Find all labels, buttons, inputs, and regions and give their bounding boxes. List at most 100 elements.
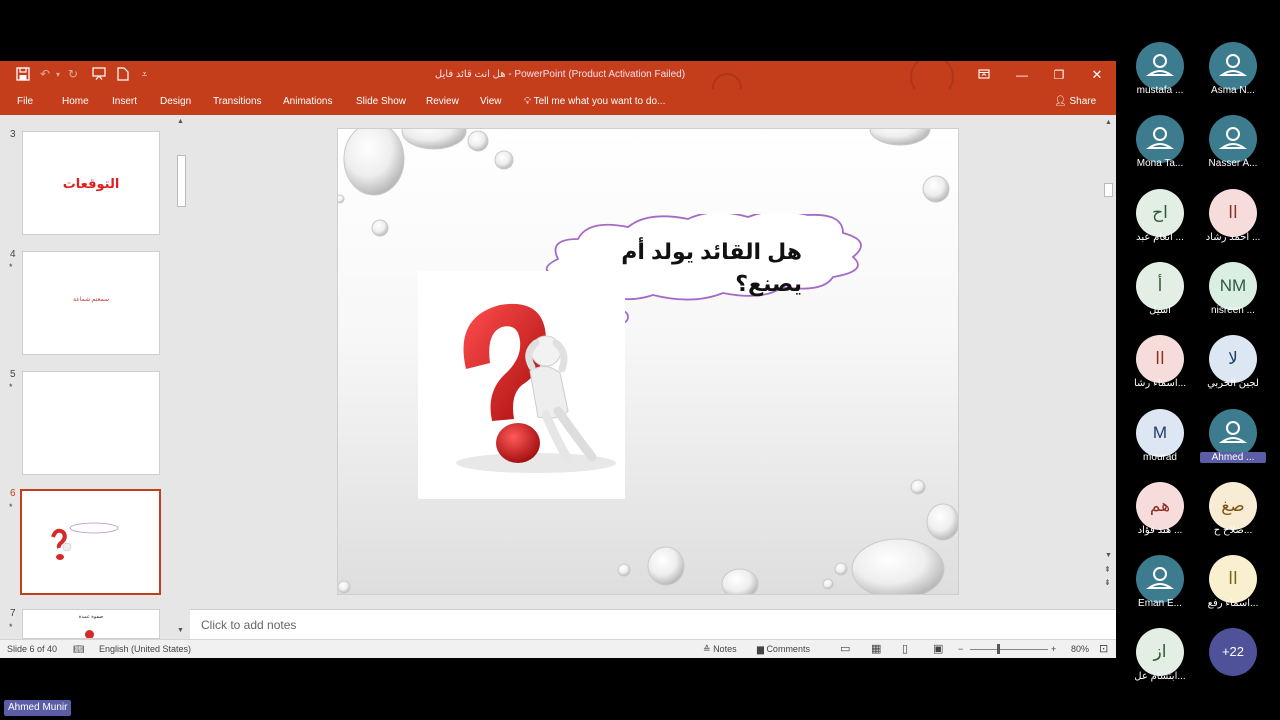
participant-avatar: M: [1136, 409, 1184, 457]
slide-show-view-icon[interactable]: ▣: [933, 642, 943, 655]
tell-me-search[interactable]: 💡︎ Tell me what you want to do...: [524, 96, 665, 107]
language-indicator[interactable]: English (United States): [99, 644, 191, 654]
start-presentation-icon[interactable]: [92, 67, 106, 83]
status-bar: Slide 6 of 40 📖︎ English (United States)…: [0, 639, 1116, 658]
participant-name: mourad: [1143, 452, 1177, 463]
question-mark-figure-icon: [456, 303, 616, 473]
participant-avatar: اا: [1136, 335, 1184, 383]
thumbnail-number: 3: [10, 129, 16, 140]
zoom-out-icon[interactable]: −: [958, 644, 963, 654]
scrollbar-thumb[interactable]: [177, 155, 186, 207]
scroll-up-icon[interactable]: ▲: [1105, 119, 1112, 126]
participant-tile[interactable]: Mona Ta...: [1125, 115, 1195, 185]
animation-indicator: *: [9, 622, 13, 632]
participant-avatar: أ: [1136, 262, 1184, 310]
previous-slide-icon[interactable]: ⇞: [1104, 565, 1111, 574]
scrollbar-thumb[interactable]: [1104, 183, 1113, 197]
scroll-up-icon[interactable]: ▲: [177, 118, 184, 125]
undo-icon[interactable]: ↶: [40, 67, 50, 81]
slide-sorter-icon[interactable]: ▦: [871, 642, 881, 655]
tab-transitions[interactable]: Transitions: [213, 96, 262, 107]
thumbnail-scrollbar[interactable]: ▲ ▼: [176, 115, 188, 639]
thumbnail-slide-5[interactable]: [22, 371, 160, 475]
participant-tile[interactable]: Asma N...: [1198, 42, 1268, 112]
participant-tile[interactable]: NM nisreen ...: [1198, 262, 1268, 332]
comments-label: Comments: [766, 644, 810, 654]
spellcheck-icon[interactable]: 📖︎: [73, 644, 84, 655]
participant-tile[interactable]: اا اسماء رشا...: [1125, 335, 1195, 405]
next-slide-icon[interactable]: ⇟: [1104, 578, 1111, 587]
participant-name: Ahmed ...: [1200, 452, 1266, 463]
participant-name: Nasser A...: [1208, 158, 1258, 169]
participant-tile[interactable]: اا احمد رشاد ...: [1198, 189, 1268, 259]
notes-pane[interactable]: Click to add notes: [190, 609, 1116, 639]
participant-tile[interactable]: Nasser A...: [1198, 115, 1268, 185]
customize-toolbar-icon[interactable]: ⩡: [142, 69, 147, 80]
restore-icon[interactable]: ❐: [1049, 66, 1069, 84]
participant-tile[interactable]: Eman E...: [1125, 555, 1195, 625]
participant-tile[interactable]: هم هند فؤاد ...: [1125, 482, 1195, 552]
comments-toggle[interactable]: ▆ Comments: [757, 644, 810, 655]
participant-tile[interactable]: صغ صلاح ح...: [1198, 482, 1268, 552]
tab-animations[interactable]: Animations: [283, 96, 332, 107]
participant-tile[interactable]: لا لجين الحربي: [1198, 335, 1268, 405]
fit-slide-icon[interactable]: ⊡: [1099, 642, 1108, 655]
save-icon[interactable]: [16, 67, 30, 84]
tab-view[interactable]: View: [480, 96, 502, 107]
window-title: هل انت قائد فايل - PowerPoint (Product A…: [434, 69, 686, 80]
red-dot: [85, 630, 94, 638]
zoom-slider[interactable]: [970, 649, 1048, 650]
slide-scrollbar[interactable]: ▲ ▼ ⇞ ⇟: [1102, 115, 1116, 605]
close-icon[interactable]: ✕: [1087, 66, 1107, 84]
animation-indicator: *: [9, 262, 13, 272]
minimize-icon[interactable]: —: [1012, 66, 1032, 84]
question-mark-image[interactable]: [418, 271, 625, 499]
new-file-icon[interactable]: [117, 67, 129, 84]
participant-name: mustafa ...: [1136, 85, 1184, 96]
thumbnail-slide-6[interactable]: [20, 489, 161, 595]
tab-home[interactable]: Home: [62, 96, 89, 107]
participant-tile[interactable]: Ahmed ...: [1198, 409, 1268, 479]
more-participants-tile[interactable]: +22: [1198, 628, 1268, 698]
participant-avatar: از: [1136, 628, 1184, 676]
redo-icon[interactable]: ↻: [68, 67, 78, 81]
person-icon: 👤︎: [1054, 96, 1067, 107]
scroll-down-icon[interactable]: ▼: [177, 627, 184, 634]
participant-tile[interactable]: اح انعام عبد ...: [1125, 189, 1195, 259]
tell-me-label: Tell me what you want to do...: [533, 96, 666, 107]
participant-name: اسيل: [1149, 305, 1171, 316]
undo-dropdown-icon[interactable]: ▾: [56, 70, 60, 79]
normal-view-icon[interactable]: ▭: [840, 642, 850, 655]
notes-toggle[interactable]: ≙ Notes: [703, 644, 737, 655]
reading-view-icon[interactable]: ▯: [902, 642, 908, 655]
thumbnail-slide-7[interactable]: صفوة عمدة: [22, 609, 160, 639]
thumbnail-number: 7: [10, 608, 16, 619]
zoom-slider-thumb[interactable]: [997, 644, 1000, 654]
participant-name: Eman E...: [1138, 598, 1182, 609]
participant-avatar: +22: [1209, 628, 1257, 676]
slide-canvas[interactable]: هل القائد يولد أم يصنع؟: [337, 128, 959, 595]
participant-tile[interactable]: اا اسماء رفع...: [1198, 555, 1268, 625]
thumbnail-slide-3[interactable]: التوقعات: [22, 131, 160, 235]
participant-tile[interactable]: mustafa ...: [1125, 42, 1195, 112]
ribbon-display-options-icon[interactable]: [974, 66, 994, 84]
title-bar: ↶ ▾ ↻ ⩡ هل انت قائد فايل - PowerPoint (P…: [0, 61, 1116, 103]
tab-design[interactable]: Design: [160, 96, 191, 107]
tab-file[interactable]: File: [17, 96, 33, 107]
tab-slide-show[interactable]: Slide Show: [356, 96, 406, 107]
thumbnail-slide-4[interactable]: سمعتم شماعة: [22, 251, 160, 355]
participant-tile[interactable]: أ اسيل: [1125, 262, 1195, 332]
participant-tile[interactable]: از ابتسام عل...: [1125, 628, 1195, 698]
presenter-label: Ahmed Munir: [4, 700, 72, 716]
animation-indicator: *: [9, 382, 13, 392]
tab-insert[interactable]: Insert: [112, 96, 137, 107]
animation-indicator: *: [9, 502, 13, 512]
participant-tile[interactable]: Mmourad: [1125, 409, 1195, 479]
tab-review[interactable]: Review: [426, 96, 459, 107]
share-button[interactable]: 👤︎ Share: [1054, 96, 1096, 107]
thumbnail-preview: [51, 522, 119, 560]
zoom-in-icon[interactable]: +: [1051, 644, 1056, 654]
zoom-level[interactable]: 80%: [1071, 644, 1089, 654]
scroll-down-icon[interactable]: ▼: [1105, 552, 1112, 559]
thumbnail-number: 6: [10, 488, 16, 499]
